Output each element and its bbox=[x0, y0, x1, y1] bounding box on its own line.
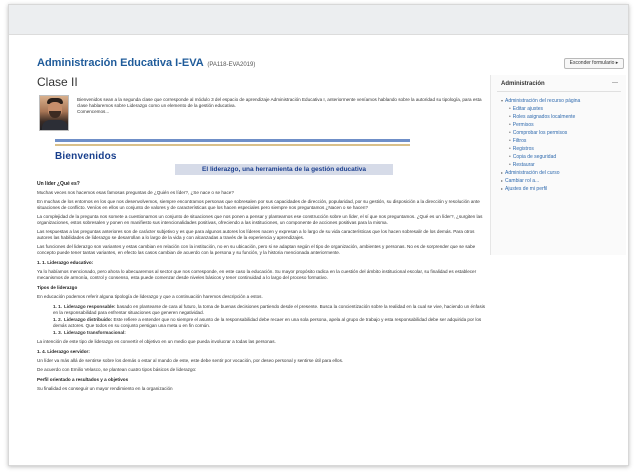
chevron-right-icon: ▸ bbox=[501, 170, 504, 175]
tan-divider bbox=[55, 144, 410, 146]
check-icon: • bbox=[509, 130, 511, 136]
paragraph: Ya lo habíamos mencionado, pero ahora lo… bbox=[37, 269, 477, 280]
restore-icon: • bbox=[509, 162, 511, 168]
main-content: Clase II Bienvenidos sean a la segunda c… bbox=[37, 75, 490, 392]
list-item: 1. 2. Liderazgo distribuido: Este refiere… bbox=[53, 317, 482, 328]
screenshot-frame: Administración Educativa I-EVA (PA118-EV… bbox=[8, 4, 629, 466]
top-navbar bbox=[9, 5, 628, 35]
tree-item-check-permissions[interactable]: • Comprobar los permisos bbox=[501, 129, 580, 137]
tree-item-logs[interactable]: • Registros bbox=[501, 145, 580, 153]
administration-block: Administración — ▾ Administración del rec… bbox=[490, 75, 626, 255]
section-heading: 1. 4. Liderazgo servidor: bbox=[37, 349, 90, 354]
paragraph: Las respuestas a las preguntas anteriore… bbox=[37, 229, 475, 240]
tree-item-profile-settings[interactable]: ▸ Ajustes de mi perfil bbox=[501, 185, 580, 193]
paragraph: Las funciones del liderazgo son variante… bbox=[37, 244, 476, 255]
tree-item-local-roles[interactable]: • Roles asignados localmente bbox=[501, 113, 580, 121]
decorative-bars bbox=[37, 139, 490, 146]
section-heading: Tipos de liderazgo bbox=[37, 285, 78, 290]
instructor-photo bbox=[39, 95, 69, 131]
tree-item-edit-settings[interactable]: • Editar ajustes bbox=[501, 105, 580, 113]
paragraph: Su finalidad es conseguir un mayor rendi… bbox=[37, 386, 173, 391]
toggle-form-button[interactable]: Esconder formulario ▸ bbox=[564, 58, 624, 69]
collapse-icon[interactable]: — bbox=[612, 80, 618, 86]
blue-divider bbox=[55, 139, 410, 142]
tree-item-permissions[interactable]: • Permisos bbox=[501, 121, 580, 129]
backup-icon: • bbox=[509, 154, 511, 160]
page-title: Clase II bbox=[37, 75, 78, 89]
tree-item-backup[interactable]: • Copia de seguridad bbox=[501, 153, 580, 161]
tree-item-filters[interactable]: • Filtros bbox=[501, 137, 580, 145]
course-title[interactable]: Administración Educativa I-EVA (PA118-EV… bbox=[37, 57, 255, 69]
chevron-down-icon: ▾ bbox=[501, 98, 504, 103]
filter-icon: • bbox=[509, 138, 511, 144]
course-code: (PA118-EVA2019) bbox=[207, 62, 256, 68]
paragraph: En muchas de los entornos en los que nos… bbox=[37, 199, 480, 210]
divider bbox=[497, 91, 621, 92]
course-title-text[interactable]: Administración Educativa I-EVA bbox=[37, 57, 203, 69]
intro-text: Bienvenidos sean a la segunda clase que … bbox=[77, 97, 482, 108]
section-heading: 1. 1. Liderazgo educativo: bbox=[37, 260, 94, 265]
intro-more: Comencemos... bbox=[77, 109, 110, 114]
intro-block: Bienvenidos sean a la segunda clase que … bbox=[37, 95, 490, 135]
paragraph: En educación podemos referir alguna tipo… bbox=[37, 294, 263, 299]
gear-icon: • bbox=[509, 106, 511, 112]
list-icon: • bbox=[509, 146, 511, 152]
block-title: Administración bbox=[501, 81, 545, 87]
tree-item-switch-role[interactable]: ▸ Cambiar rol a... bbox=[501, 177, 580, 185]
tree-item-course-admin[interactable]: ▸ Administración del curso bbox=[501, 169, 580, 177]
lesson-body: Un líder ¿Qué es? Muchas veces nos hacem… bbox=[37, 181, 490, 392]
paragraph: La complejidad de la pregunta nos somete… bbox=[37, 214, 483, 225]
tree-item-page-admin[interactable]: ▾ Administración del recurso página bbox=[501, 97, 580, 105]
user-icon: • bbox=[509, 114, 511, 120]
chevron-right-icon: ▸ bbox=[501, 186, 504, 191]
admin-tree: ▾ Administración del recurso página • Edit… bbox=[501, 97, 580, 193]
key-icon: • bbox=[509, 122, 511, 128]
paragraph: La intención de este tipo de liderazgo e… bbox=[37, 339, 276, 344]
section-heading: Un líder ¿Qué es? bbox=[37, 181, 80, 187]
chevron-right-icon: ▸ bbox=[501, 178, 504, 183]
intro-paragraph: Bienvenidos sean a la segunda clase que … bbox=[77, 97, 487, 115]
welcome-heading: Bienvenidos bbox=[55, 151, 117, 162]
list-item: 1. 1. Liderazgo responsable: basado en pl… bbox=[53, 304, 486, 315]
paragraph: Muchas veces nos hacemos esas famosas pr… bbox=[37, 190, 234, 195]
tree-item-restore[interactable]: • Restaurar bbox=[501, 161, 580, 169]
leadership-types-list: 1. 1. Liderazgo responsable: basado en pl… bbox=[37, 304, 490, 336]
paragraph: De acuerdo con Emilio Velasco, se plante… bbox=[37, 367, 197, 372]
paragraph: Un líder va más allá de sentirse sobre l… bbox=[37, 358, 344, 363]
section-heading: Perfil orientado a resultados y a objeti… bbox=[37, 377, 129, 382]
list-item: 1. 3. Liderazgo transformacional: bbox=[53, 330, 126, 335]
topic-banner: El liderazgo, una herramienta de la gest… bbox=[175, 164, 393, 175]
